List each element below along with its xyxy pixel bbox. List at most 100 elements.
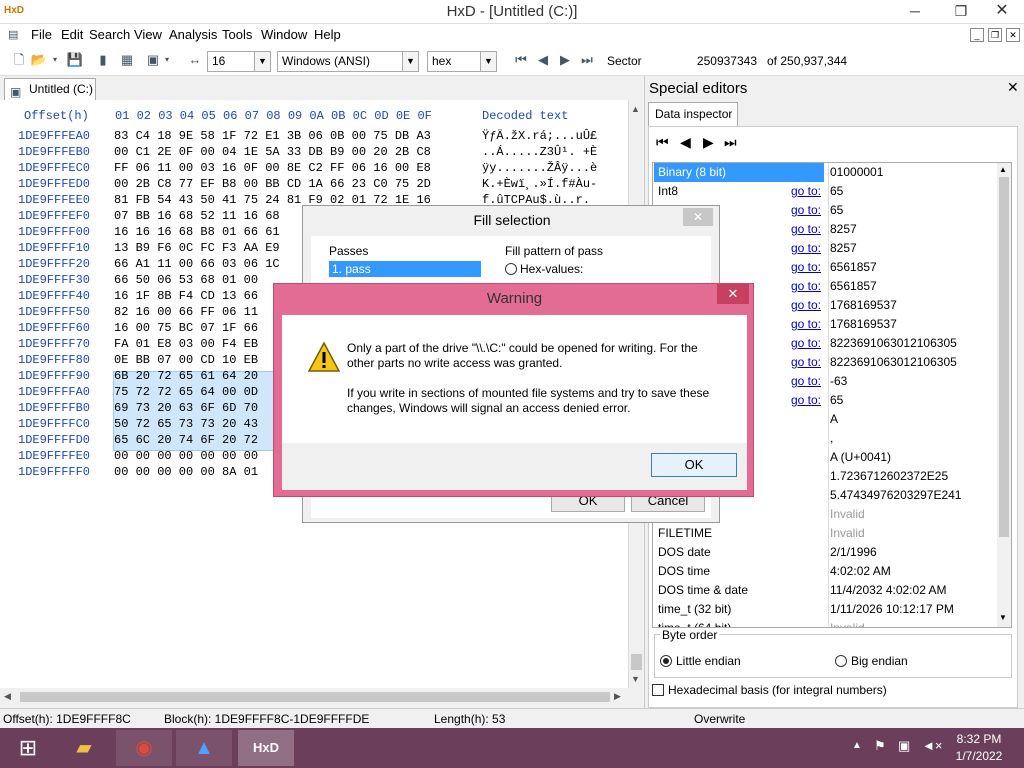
tray-chevron-icon[interactable]: ▲ — [852, 740, 862, 751]
scroll-thumb[interactable] — [631, 654, 642, 670]
inspector-value[interactable]: A (U+0041) — [828, 448, 995, 467]
row-bytes[interactable]: 00 00 00 00 00 8A 01 — [114, 464, 258, 480]
scroll-up-icon[interactable]: ▲ — [631, 104, 640, 114]
close-file-icon[interactable]: ▮ — [94, 51, 112, 69]
menu-edit[interactable]: Edit — [57, 24, 87, 46]
row-bytes[interactable]: 16 16 16 68 B8 01 66 61 — [114, 224, 280, 240]
save-icon[interactable]: 💾 — [66, 51, 84, 69]
goto-link[interactable]: go to: — [791, 182, 821, 201]
inspector-value[interactable]: Invalid — [828, 524, 995, 543]
goto-link[interactable]: go to: — [791, 296, 821, 315]
open-ram-icon[interactable]: ▣ — [144, 51, 162, 69]
inspector-value[interactable]: 1768169537 — [828, 315, 995, 334]
goto-link[interactable]: go to: — [791, 334, 821, 353]
scroll-up-icon[interactable]: ▲ — [999, 165, 1007, 174]
row-bytes[interactable]: 66 A1 11 00 66 03 06 1C — [114, 256, 280, 272]
inspector-value[interactable]: 65 — [828, 182, 995, 201]
minimize-icon[interactable]: ─ — [900, 0, 930, 22]
row-bytes[interactable]: 07 BB 16 68 52 11 16 68 — [114, 208, 280, 224]
scroll-down-icon[interactable]: ▼ — [999, 613, 1007, 622]
network-icon[interactable]: ▣ — [898, 738, 910, 754]
inspector-prev-icon[interactable]: ◀ — [680, 134, 691, 151]
pass-item[interactable]: 1. pass — [329, 261, 481, 277]
row-bytes[interactable]: 16 1F 8B F4 CD 13 66 — [114, 288, 258, 304]
row-bytes[interactable]: 00 C1 2E 0F 00 04 1E 5A 33 DB B9 00 20 2… — [114, 144, 431, 160]
row-bytes[interactable]: 66 50 06 53 68 01 00 — [114, 272, 258, 288]
row-bytes[interactable]: FA 01 E8 03 00 F4 EB — [114, 336, 258, 352]
mdi-minimize-icon[interactable]: _ — [970, 28, 984, 42]
scroll-right-icon[interactable]: ▶ — [614, 691, 621, 702]
open-disk-icon[interactable]: ▦ — [118, 51, 136, 69]
inspector-row[interactable]: Int8 go to: 65 — [653, 182, 1011, 201]
goto-link[interactable]: go to: — [791, 391, 821, 410]
hex-row[interactable]: 1DE9FFFF60 16 00 75 BC 07 1F 66 — [18, 320, 258, 336]
hex-row[interactable]: 1DE9FFFFD0 65 6C 20 74 6F 20 72 — [18, 432, 258, 448]
hex-row[interactable]: 1DE9FFFFE0 00 00 00 00 00 00 00 — [18, 448, 258, 464]
open-file-icon[interactable]: 📂 — [30, 51, 48, 69]
maximize-icon[interactable]: ❐ — [946, 0, 976, 22]
hex-row[interactable]: 1DE9FFFF50 82 16 00 66 FF 06 11 — [18, 304, 258, 320]
hex-row[interactable]: 1DE9FFFEC0 FF 06 11 00 03 16 0F 00 8E C2 … — [18, 160, 597, 176]
hex-row[interactable]: 1DE9FFFF20 66 A1 11 00 66 03 06 1C — [18, 256, 280, 272]
inspector-value[interactable]: 11/4/2032 4:02:02 AM — [828, 581, 995, 600]
row-bytes[interactable]: FF 06 11 00 03 16 0F 00 8E C2 FF 06 16 0… — [114, 160, 431, 176]
hex-basis-checkbox[interactable] — [652, 684, 664, 696]
menu-view[interactable]: View — [130, 24, 166, 46]
inspector-row[interactable]: DOS date 2/1/1996 — [653, 543, 1011, 562]
hex-row[interactable]: 1DE9FFFEA0 83 C4 18 9E 58 1F 72 E1 3B 06 … — [18, 128, 597, 144]
hex-row[interactable]: 1DE9FFFFC0 50 72 65 73 73 20 43 — [18, 416, 258, 432]
inspector-value[interactable]: 6561857 — [828, 258, 995, 277]
goto-link[interactable]: go to: — [791, 353, 821, 372]
inspector-value[interactable]: 1768169537 — [828, 296, 995, 315]
clock-time[interactable]: 8:32 PM — [944, 732, 1014, 746]
inspector-value[interactable]: 8223691063012106305 — [828, 353, 995, 372]
inspector-row[interactable]: time_t (32 bit) 1/11/2026 10:12:17 PM — [653, 600, 1011, 619]
scroll-down-icon[interactable]: ▼ — [631, 674, 640, 684]
hex-row[interactable]: 1DE9FFFFB0 69 73 20 63 6F 6D 70 — [18, 400, 258, 416]
inspector-row[interactable]: Binary (8 bit) 01000001 — [653, 163, 1011, 182]
goto-link[interactable]: go to: — [791, 201, 821, 220]
inspector-value[interactable]: 6561857 — [828, 277, 995, 296]
hex-row[interactable]: 1DE9FFFEB0 00 C1 2E 0F 00 04 1E 5A 33 DB … — [18, 144, 597, 160]
next-sector-icon[interactable]: ▶ — [556, 51, 574, 69]
menu-analysis[interactable]: Analysis — [165, 24, 221, 46]
hex-values-radio[interactable] — [505, 263, 517, 275]
goto-link[interactable]: go to: — [791, 220, 821, 239]
open-dropdown-icon[interactable]: ▾ — [50, 51, 60, 69]
row-bytes[interactable]: 69 73 20 63 6F 6D 70 — [114, 400, 258, 416]
goto-link[interactable]: go to: — [791, 315, 821, 334]
little-endian-radio[interactable] — [660, 655, 672, 667]
first-sector-icon[interactable]: ⏮ — [512, 51, 530, 69]
hex-row[interactable]: 1DE9FFFF00 16 16 16 68 B8 01 66 61 — [18, 224, 280, 240]
inspector-value[interactable]: 1/11/2026 10:12:17 PM — [828, 600, 995, 619]
inspector-last-icon[interactable]: ⏭ — [724, 134, 737, 151]
row-decoded-text[interactable]: K.+Èwï¸.»Í.f#Àu- — [482, 176, 597, 192]
hex-row[interactable]: 1DE9FFFF40 16 1F 8B F4 CD 13 66 — [18, 288, 258, 304]
inspector-row[interactable]: time_t (64 bit) Invalid — [653, 619, 1011, 627]
menu-file[interactable]: File — [27, 24, 56, 46]
warning-close-icon[interactable]: ✕ — [717, 284, 749, 304]
action-center-icon[interactable]: ⚑ — [874, 738, 886, 754]
hex-row[interactable]: 1DE9FFFF10 13 B9 F6 0C FC F3 AA E9 — [18, 240, 280, 256]
inspector-value[interactable]: 5.47434976203297E241 — [828, 486, 995, 505]
fill-close-icon[interactable]: ✕ — [683, 208, 713, 226]
inspector-row[interactable]: DOS time 4:02:02 AM — [653, 562, 1011, 581]
hex-row[interactable]: 1DE9FFFED0 00 2B C8 77 EF B8 00 BB CD 1A … — [18, 176, 597, 192]
row-bytes[interactable]: 83 C4 18 9E 58 1F 72 E1 3B 06 0B 00 75 D… — [114, 128, 431, 144]
tab-untitled-c[interactable]: ▣ Untitled (C:) — [4, 78, 96, 100]
inspector-scrollbar[interactable]: ▲ ▼ — [997, 163, 1011, 627]
hex-row[interactable]: 1DE9FFFEE0 81 FB 54 43 50 41 75 24 81 F9 … — [18, 192, 590, 208]
row-bytes[interactable]: 6B 20 72 65 61 64 20 — [114, 368, 258, 384]
inspector-value[interactable]: 65 — [828, 201, 995, 220]
app-flame-icon[interactable]: ▲ — [176, 730, 232, 766]
row-bytes[interactable]: 13 B9 F6 0C FC F3 AA E9 — [114, 240, 280, 256]
inspector-value[interactable]: 4:02:02 AM — [828, 562, 995, 581]
row-bytes[interactable]: 65 6C 20 74 6F 20 72 — [114, 432, 258, 448]
hex-horizontal-scrollbar[interactable]: ◀ ▶ — [0, 688, 644, 706]
hex-row[interactable]: 1DE9FFFF30 66 50 06 53 68 01 00 — [18, 272, 258, 288]
big-endian-radio[interactable] — [835, 655, 847, 667]
hex-row[interactable]: 1DE9FFFF70 FA 01 E8 03 00 F4 EB — [18, 336, 258, 352]
goto-link[interactable]: go to: — [791, 239, 821, 258]
row-bytes[interactable]: 75 72 72 65 64 00 0D — [114, 384, 258, 400]
inspector-value[interactable]: 8257 — [828, 220, 995, 239]
